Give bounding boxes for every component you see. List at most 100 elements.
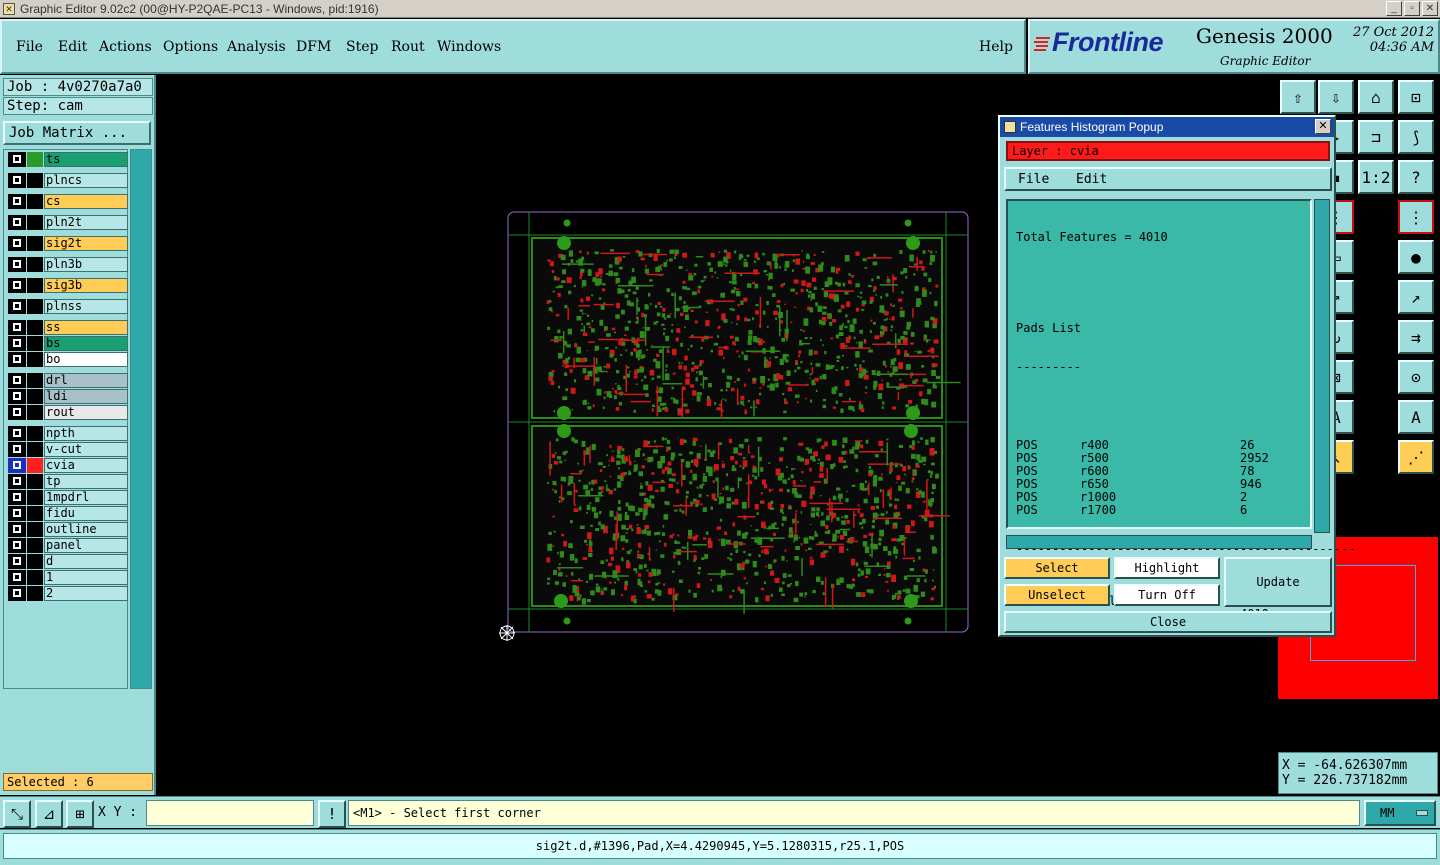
menu-analysis[interactable]: Analysis: [227, 39, 286, 55]
menu-step[interactable]: Step: [346, 39, 378, 55]
layer-color-swatch[interactable]: [27, 538, 43, 553]
layer-color-swatch[interactable]: [27, 215, 43, 230]
layer-color-swatch[interactable]: [27, 336, 43, 351]
layer-name[interactable]: tp: [44, 474, 128, 489]
layer-checkbox[interactable]: [8, 506, 26, 521]
layer-name[interactable]: pln3b: [44, 257, 128, 272]
layer-checkbox[interactable]: [8, 320, 26, 335]
layer-row-23[interactable]: 1: [8, 570, 128, 585]
net-icon[interactable]: ⋰: [1398, 440, 1434, 474]
layer-checkbox[interactable]: [8, 299, 26, 314]
layer-row-1[interactable]: plncs: [8, 173, 128, 188]
layer-color-swatch[interactable]: [27, 442, 43, 457]
menu-dfm[interactable]: DFM: [296, 39, 331, 55]
layer-color-swatch[interactable]: [27, 490, 43, 505]
layer-name[interactable]: 1: [44, 570, 128, 585]
layer-name[interactable]: plncs: [44, 173, 128, 188]
layer-name[interactable]: rout: [44, 405, 128, 420]
layer-color-swatch[interactable]: [27, 152, 43, 167]
layer-color-swatch[interactable]: [27, 586, 43, 601]
pad-icon[interactable]: ●: [1398, 240, 1434, 274]
grid-snap-icon[interactable]: ⊞: [66, 800, 94, 828]
layer-name[interactable]: panel: [44, 538, 128, 553]
layer-color-swatch[interactable]: [27, 570, 43, 585]
layer-name[interactable]: d: [44, 554, 128, 569]
layer-name[interactable]: npth: [44, 426, 128, 441]
zoom-fit-icon[interactable]: ⤡: [3, 800, 31, 828]
layer-checkbox[interactable]: [8, 173, 26, 188]
layer-row-20[interactable]: outline: [8, 522, 128, 537]
layer-checkbox[interactable]: [8, 352, 26, 367]
popup-close-icon[interactable]: ✕: [1315, 119, 1331, 134]
layer-checkbox[interactable]: [8, 522, 26, 537]
layer-row-14[interactable]: npth: [8, 426, 128, 441]
close-window-button[interactable]: ✕: [1422, 1, 1438, 16]
layer-row-17[interactable]: tp: [8, 474, 128, 489]
minimize-button[interactable]: _: [1386, 1, 1402, 16]
menu-edit[interactable]: Edit: [58, 39, 87, 55]
help-icon[interactable]: ?: [1398, 160, 1434, 194]
popup-menu-edit[interactable]: Edit: [1076, 172, 1107, 187]
toggle-icon[interactable]: ⊐: [1358, 120, 1394, 154]
layer-color-swatch[interactable]: [27, 554, 43, 569]
layer-row-6[interactable]: sig3b: [8, 278, 128, 293]
menu-help[interactable]: Help: [979, 39, 1013, 55]
layer-name[interactable]: ts: [44, 152, 128, 167]
popup-menu-file[interactable]: File: [1018, 172, 1049, 187]
layer-row-5[interactable]: pln3b: [8, 257, 128, 272]
layer-color-swatch[interactable]: [27, 236, 43, 251]
layer-row-19[interactable]: fidu: [8, 506, 128, 521]
layer-checkbox[interactable]: [8, 373, 26, 388]
layer-color-swatch[interactable]: [27, 458, 43, 473]
menu-windows[interactable]: Windows: [437, 39, 501, 55]
route-icon[interactable]: ⟆: [1398, 120, 1434, 154]
layer-row-18[interactable]: 1mpdrl: [8, 490, 128, 505]
layer-name[interactable]: fidu: [44, 506, 128, 521]
layer-row-3[interactable]: pln2t: [8, 215, 128, 230]
alert-icon[interactable]: !: [318, 800, 346, 828]
layer-row-16[interactable]: cvia: [8, 458, 128, 473]
layer-color-swatch[interactable]: [27, 389, 43, 404]
measure-icon[interactable]: ⊿: [35, 800, 63, 828]
menu-file[interactable]: File: [16, 39, 43, 55]
layer-checkbox[interactable]: [8, 458, 26, 473]
layer-name[interactable]: 1mpdrl: [44, 490, 128, 505]
layer-row-9[interactable]: bs: [8, 336, 128, 351]
layer-name[interactable]: cvia: [44, 458, 128, 473]
layer-color-swatch[interactable]: [27, 173, 43, 188]
xy-input[interactable]: [146, 800, 314, 826]
layer-checkbox[interactable]: [8, 405, 26, 420]
layer-name[interactable]: outline: [44, 522, 128, 537]
menu-actions[interactable]: Actions: [99, 39, 152, 55]
layer-checkbox[interactable]: [8, 336, 26, 351]
layer-checkbox[interactable]: [8, 586, 26, 601]
pin-select-icon[interactable]: ⋮: [1398, 200, 1434, 234]
layer-row-24[interactable]: 2: [8, 586, 128, 601]
layer-checkbox[interactable]: [8, 152, 26, 167]
layer-color-swatch[interactable]: [27, 405, 43, 420]
layer-color-swatch[interactable]: [27, 522, 43, 537]
layer-checkbox[interactable]: [8, 389, 26, 404]
scale-icon[interactable]: 1:2: [1358, 160, 1394, 194]
report-horizontal-scrollbar[interactable]: [1006, 535, 1312, 549]
units-selector[interactable]: MM: [1364, 800, 1436, 826]
layer-checkbox[interactable]: [8, 426, 26, 441]
layer-row-8[interactable]: ss: [8, 320, 128, 335]
layer-row-7[interactable]: plnss: [8, 299, 128, 314]
layer-checkbox[interactable]: [8, 194, 26, 209]
layer-name[interactable]: bs: [44, 336, 128, 351]
layer-checkbox[interactable]: [8, 538, 26, 553]
layer-color-swatch[interactable]: [27, 194, 43, 209]
layer-checkbox[interactable]: [8, 570, 26, 585]
menu-rout[interactable]: Rout: [391, 39, 425, 55]
layer-row-11[interactable]: drl: [8, 373, 128, 388]
layer-checkbox[interactable]: [8, 554, 26, 569]
layer-name[interactable]: v-cut: [44, 442, 128, 457]
layer-color-swatch[interactable]: [27, 320, 43, 335]
layer-color-swatch[interactable]: [27, 506, 43, 521]
layer-color-swatch[interactable]: [27, 257, 43, 272]
menu-options[interactable]: Options: [163, 39, 218, 55]
layer-name[interactable]: plnss: [44, 299, 128, 314]
layer-checkbox[interactable]: [8, 474, 26, 489]
layer-color-swatch[interactable]: [27, 278, 43, 293]
